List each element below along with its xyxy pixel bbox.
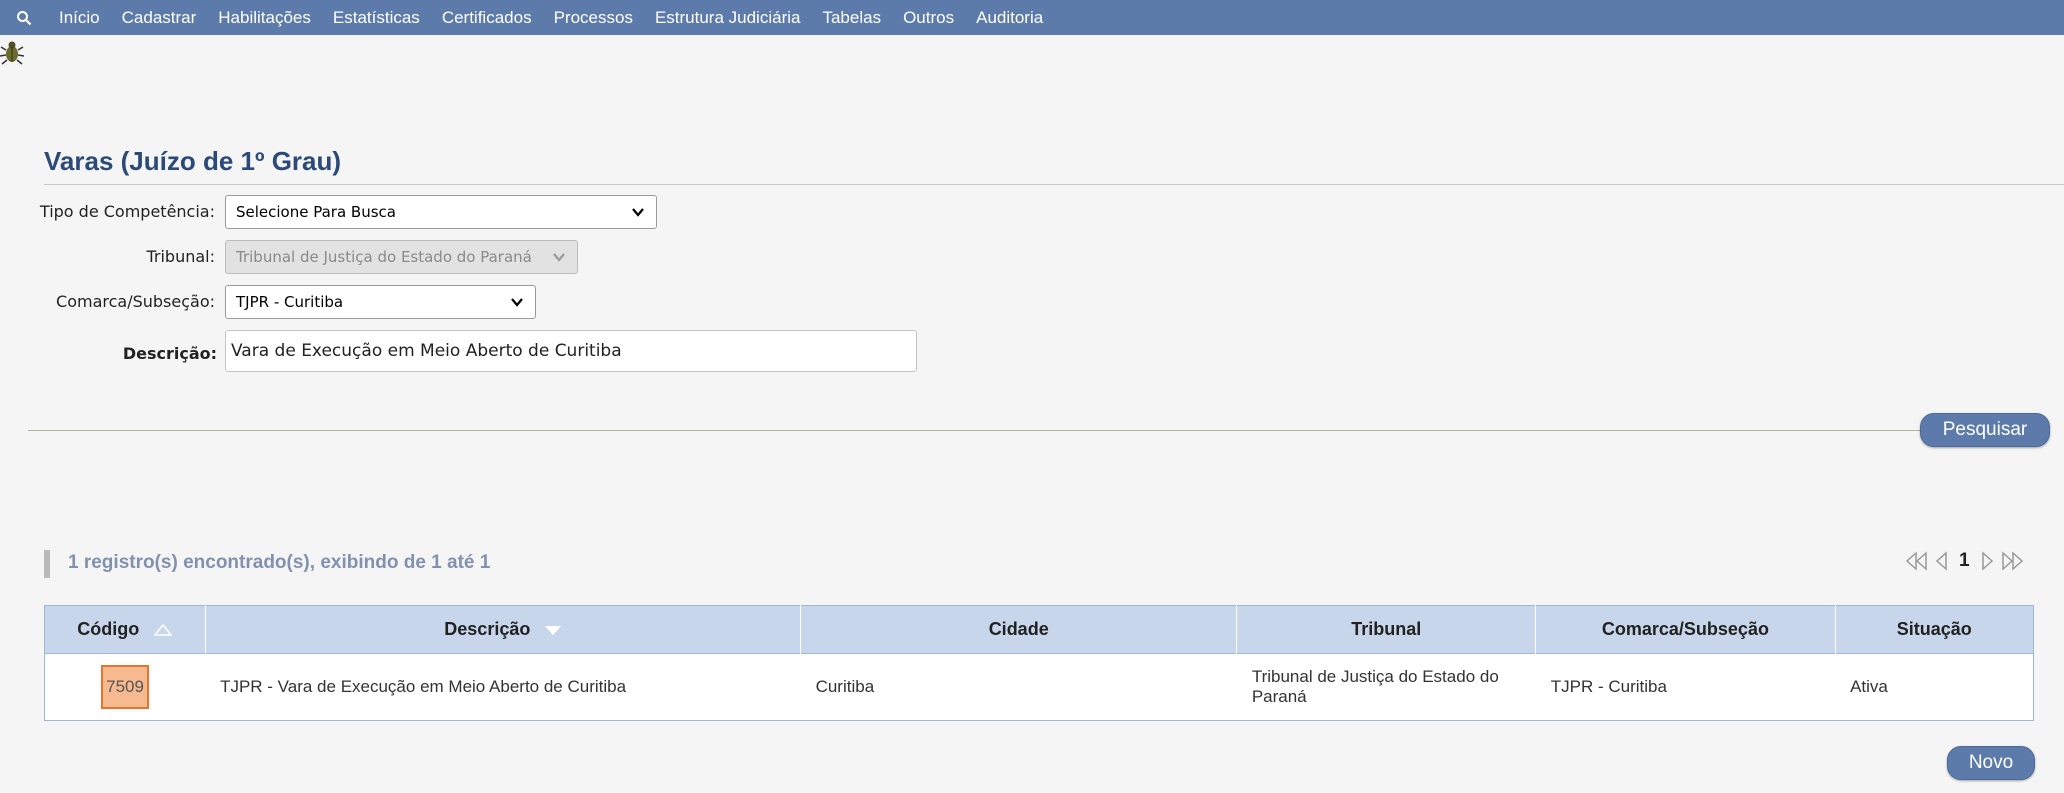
comarca-select[interactable]: TJPR - Curitiba: [225, 285, 536, 319]
tribunal-label: Tribunal:: [146, 247, 215, 266]
search-icon[interactable]: [0, 10, 48, 26]
cell-tribunal: Tribunal de Justiça do Estado do Paraná: [1236, 653, 1536, 721]
sort-desc-icon[interactable]: [545, 625, 562, 635]
descricao-label: Descrição:: [122, 344, 217, 363]
last-page-icon[interactable]: [2000, 551, 2024, 571]
menu-item-estatisticas[interactable]: Estatísticas: [322, 0, 431, 35]
column-label-codigo: Código: [77, 619, 140, 639]
column-label-cidade: Cidade: [988, 619, 1049, 639]
first-page-icon[interactable]: [1905, 551, 1929, 571]
chevron-down-icon: [553, 253, 565, 262]
form-separator: [28, 430, 1920, 431]
cell-descricao: TJPR - Vara de Execução em Meio Aberto d…: [205, 653, 801, 721]
comarca-value: TJPR - Curitiba: [236, 293, 344, 311]
menu-item-cadastrar[interactable]: Cadastrar: [111, 0, 208, 35]
codigo-link[interactable]: 7509: [101, 665, 150, 709]
menu-item-certificados[interactable]: Certificados: [431, 0, 543, 35]
tipo-competencia-label: Tipo de Competência:: [39, 202, 215, 221]
bug-icon[interactable]: [0, 38, 24, 66]
column-label-tribunal: Tribunal: [1351, 619, 1422, 639]
menu-item-processos[interactable]: Processos: [543, 0, 644, 35]
column-label-situacao: Situação: [1896, 619, 1972, 639]
column-header-codigo[interactable]: Código: [44, 605, 206, 654]
cell-cidade: Curitiba: [800, 653, 1237, 721]
sort-asc-icon[interactable]: [153, 624, 173, 636]
cell-codigo: 7509: [44, 653, 206, 721]
cell-comarca: TJPR - Curitiba: [1535, 653, 1836, 721]
current-page: 1: [1959, 550, 1970, 571]
menu-item-tabelas[interactable]: Tabelas: [811, 0, 892, 35]
menu-item-auditoria[interactable]: Auditoria: [965, 0, 1054, 35]
next-page-icon[interactable]: [1980, 551, 1994, 571]
chevron-down-icon: [632, 208, 644, 217]
descricao-input[interactable]: Vara de Execução em Meio Aberto de Curit…: [225, 330, 917, 372]
title-divider: [44, 184, 2064, 185]
menu-item-habilitacoes[interactable]: Habilitações: [207, 0, 322, 35]
column-label-descricao: Descrição: [444, 619, 531, 639]
menu-item-outros[interactable]: Outros: [892, 0, 965, 35]
pesquisar-button[interactable]: Pesquisar: [1920, 413, 2050, 447]
results-table: Código Descrição Cidade Tribunal Comarca…: [44, 605, 2034, 721]
tribunal-value: Tribunal de Justiça do Estado do Paraná: [236, 248, 532, 266]
column-header-cidade[interactable]: Cidade: [800, 605, 1238, 654]
tribunal-select: Tribunal de Justiça do Estado do Paraná: [225, 240, 578, 274]
column-label-comarca: Comarca/Subseção: [1601, 619, 1769, 639]
cell-situacao: Ativa: [1835, 653, 2034, 721]
tipo-competencia-value: Selecione Para Busca: [236, 203, 396, 221]
prev-page-icon[interactable]: [1935, 551, 1949, 571]
novo-button[interactable]: Novo: [1947, 746, 2035, 780]
column-header-descricao[interactable]: Descrição: [205, 605, 802, 654]
results-marker: [44, 550, 50, 578]
chevron-down-icon: [511, 298, 523, 307]
results-count: 1 registro(s) encontrado(s), exibindo de…: [68, 552, 491, 573]
comarca-label: Comarca/Subseção:: [56, 292, 215, 311]
table-row[interactable]: 7509 TJPR - Vara de Execução em Meio Abe…: [44, 653, 2034, 721]
menu-item-inicio[interactable]: Início: [48, 0, 111, 35]
column-header-situacao[interactable]: Situação: [1835, 605, 2034, 654]
pagination: 1: [1905, 550, 2024, 572]
column-header-comarca[interactable]: Comarca/Subseção: [1535, 605, 1836, 654]
top-nav: Início Cadastrar Habilitações Estatístic…: [0, 0, 2064, 35]
page-title: Varas (Juízo de 1º Grau): [44, 146, 342, 176]
column-header-tribunal[interactable]: Tribunal: [1236, 605, 1537, 654]
tipo-competencia-select[interactable]: Selecione Para Busca: [225, 195, 657, 229]
menu-item-estrutura-judiciaria[interactable]: Estrutura Judiciária: [644, 0, 812, 35]
